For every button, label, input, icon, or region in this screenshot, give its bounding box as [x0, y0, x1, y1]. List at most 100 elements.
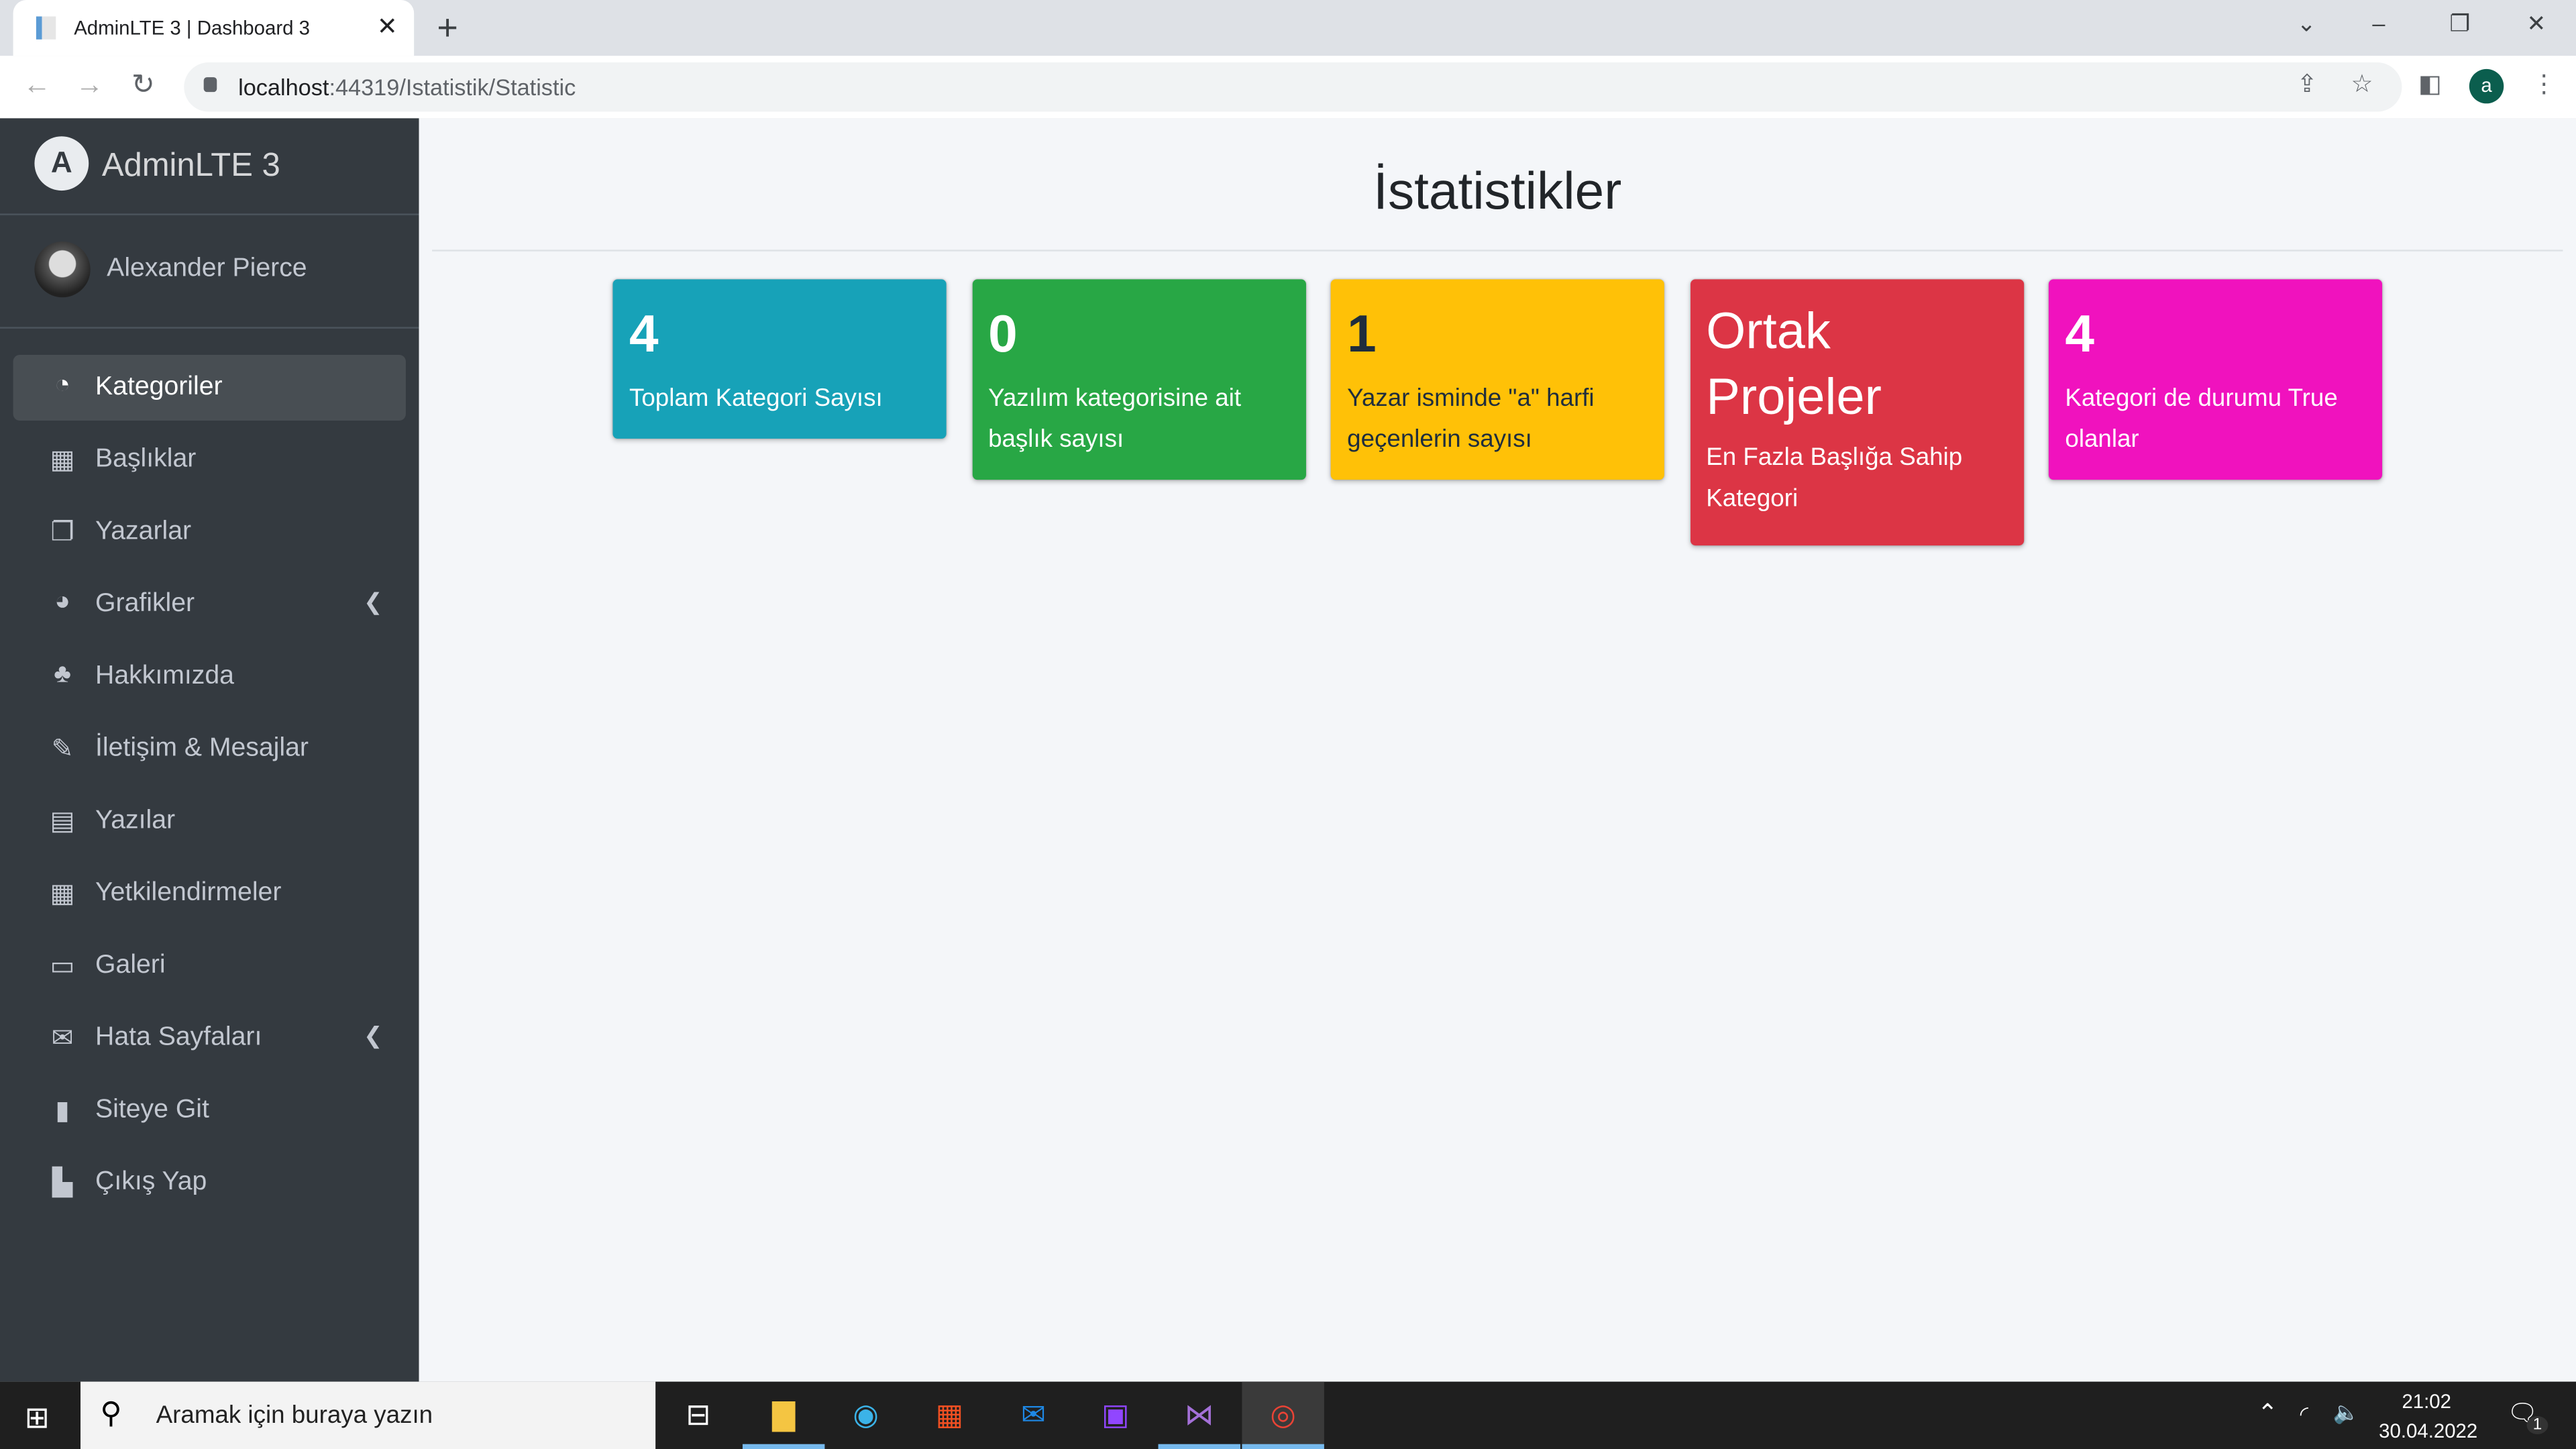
- adminlte-logo-icon: A: [34, 136, 89, 191]
- edit-icon: ✎: [51, 736, 74, 764]
- sidebar-item-hata-sayfalar-[interactable]: ✉ Hata Sayfaları ❮: [13, 1006, 406, 1071]
- minimize-button[interactable]: –: [2372, 10, 2385, 36]
- close-tab-icon[interactable]: ✕: [377, 11, 398, 42]
- clock-date[interactable]: 30.04.2022: [2379, 1419, 2477, 1442]
- sidebar-menu: ◔ Kategoriler ▦ Başlıklar ❐ Yazarlar ◕ Grafikle…: [0, 329, 419, 1216]
- search-icon: ⚲: [100, 1396, 122, 1430]
- sidebar-item-label: Galeri: [95, 951, 166, 979]
- sidebar-item-label: Başlıklar: [95, 445, 197, 474]
- twitch-icon[interactable]: ▣: [1075, 1382, 1157, 1449]
- close-window-button[interactable]: ✕: [2527, 10, 2546, 38]
- address-bar-row: ← → ↻ localhost:44319/Istatistik/Statist…: [0, 56, 2576, 120]
- stat-value: 0: [988, 304, 1018, 364]
- brand-text: AdminLTE 3: [101, 148, 280, 184]
- avatar: [34, 241, 91, 298]
- volume-icon[interactable]: 🔈: [2333, 1400, 2360, 1426]
- sidebar-item-grafikler[interactable]: ◕ Grafikler ❮: [13, 572, 406, 637]
- small-box-stat: 4 Kategori de durumu True olanlar: [2048, 279, 2383, 480]
- edge-icon[interactable]: ◉: [824, 1382, 906, 1449]
- pie-chart-icon: ◕: [54, 588, 70, 616]
- sidebar-item-label: İletişim & Mesajlar: [95, 734, 309, 763]
- page-favicon-icon: [36, 16, 56, 40]
- door-icon: ▙: [52, 1169, 73, 1198]
- stat-value: Ortak Projeler: [1706, 302, 1882, 426]
- back-button[interactable]: ←: [23, 69, 51, 102]
- windows-start-icon[interactable]: ⊞: [25, 1401, 50, 1436]
- stat-label: Toplam Kategori Sayısı: [629, 384, 883, 413]
- sidebar-item-kategoriler[interactable]: ◔ Kategoriler: [13, 354, 406, 421]
- browser-tab-bar: AdminLTE 3 | Dashboard 3 ✕ + ⌄ – ❐ ✕: [0, 0, 2576, 56]
- bookmark-star-icon[interactable]: ☆: [2351, 69, 2373, 99]
- url-input[interactable]: localhost:44319/Istatistik/Statistic: [184, 62, 2402, 112]
- store-icon[interactable]: ▦: [908, 1382, 990, 1449]
- chrome-icon[interactable]: ◎: [1242, 1381, 1324, 1449]
- mail-icon[interactable]: ✉: [992, 1382, 1074, 1449]
- stat-label: Yazar isminde "a" harfi geçenlerin sayıs…: [1347, 384, 1595, 453]
- small-box-stat: 4 Toplam Kategori Sayısı: [612, 279, 947, 439]
- sidebar-item-yaz-lar[interactable]: ▤ Yazılar: [13, 789, 406, 855]
- task-view-icon[interactable]: ⊟: [657, 1382, 739, 1449]
- sidebar-item-label: Kategoriler: [95, 372, 223, 401]
- small-box-stat: Ortak Projeler En Fazla Başlığa Sahip Kat…: [1689, 279, 2023, 546]
- chevron-left-icon[interactable]: ❮: [364, 588, 383, 616]
- calendar-icon: ▦: [50, 880, 75, 909]
- copy-icon: ❐: [50, 519, 74, 547]
- new-tab-button[interactable]: +: [437, 7, 458, 50]
- stat-label: Kategori de durumu True olanlar: [2065, 384, 2338, 453]
- brand-link[interactable]: A AdminLTE 3: [0, 118, 419, 215]
- stat-value: 4: [2065, 304, 2094, 364]
- sidebar-item-i-leti-im-mesajlar[interactable]: ✎ İletişim & Mesajlar: [13, 716, 406, 782]
- page-title: İstatistikler: [1373, 161, 1622, 221]
- url-path: :44319/Istatistik/Statistic: [329, 74, 576, 101]
- side-panel-icon[interactable]: ◧: [2418, 69, 2442, 99]
- tab-title: AdminLTE 3 | Dashboard 3: [74, 16, 310, 40]
- divider: [432, 250, 2563, 252]
- small-box-stat: 1 Yazar isminde "a" harfi geçenlerin sayı…: [1330, 279, 1664, 480]
- sidebar-item-label: Hakkımızda: [95, 661, 234, 690]
- sidebar-item-label: Grafikler: [95, 590, 195, 618]
- url-host: localhost: [238, 74, 329, 101]
- notification-count: 1: [2526, 1416, 2548, 1434]
- sidebar-item-yazarlar[interactable]: ❐ Yazarlar: [13, 499, 406, 565]
- stat-label: En Fazla Başlığa Sahip Kategori: [1706, 443, 1963, 513]
- sidebar-item-galeri[interactable]: ▭ Galeri: [13, 933, 406, 999]
- sidebar-item-label: Siteye Git: [95, 1095, 209, 1124]
- stat-value: 4: [629, 304, 659, 364]
- browser-tab[interactable]: AdminLTE 3 | Dashboard 3 ✕: [13, 0, 415, 56]
- content-wrapper: İstatistikler 4 Toplam Kategori Sayısı 0 Ya…: [419, 118, 2576, 1382]
- profile-avatar[interactable]: a: [2469, 68, 2504, 104]
- lock-icon: [203, 77, 217, 93]
- sidebar-item-label: Yazılar: [95, 806, 176, 835]
- taskbar-search-input[interactable]: ⚲ Aramak için buraya yazın: [80, 1381, 656, 1449]
- wifi-icon[interactable]: ◜: [2300, 1401, 2308, 1428]
- small-box-stat: 0 Yazılım kategorisine ait başlık sayısı: [971, 279, 1305, 480]
- stat-value: 1: [1347, 304, 1377, 364]
- sidebar-item-ba-l-klar[interactable]: ▦ Başlıklar: [13, 427, 406, 493]
- sidebar-item--k-yap[interactable]: ▙ Çıkış Yap: [13, 1150, 406, 1216]
- visual-studio-icon[interactable]: ⋈: [1158, 1382, 1240, 1449]
- tab-search-icon[interactable]: ⌄: [2297, 10, 2316, 38]
- reload-button[interactable]: ↻: [131, 69, 155, 102]
- windows-taskbar: ⊞ ⚲ Aramak için buraya yazın ⊟ ▇ ◉ ▦ ✉ ▣…: [0, 1381, 2576, 1449]
- envelope-icon: ✉: [51, 1025, 74, 1053]
- image-icon: ▭: [50, 953, 75, 981]
- sidebar-item-yetkilendirmeler[interactable]: ▦ Yetkilendirmeler: [13, 861, 406, 926]
- chevron-left-icon[interactable]: ❮: [364, 1022, 383, 1050]
- sidebar-item-label: Çıkış Yap: [95, 1168, 207, 1196]
- sidebar-item-hakk-m-zda[interactable]: ♣ Hakkımızda: [13, 644, 406, 710]
- user-panel[interactable]: Alexander Pierce: [0, 215, 419, 329]
- restore-button[interactable]: ❐: [2449, 10, 2470, 38]
- clock-time[interactable]: 21:02: [2402, 1390, 2451, 1413]
- sidebar-item-siteye-git[interactable]: ▮ Siteye Git: [13, 1078, 406, 1144]
- sidebar: A AdminLTE 3 Alexander Pierce ◔ Kategoril…: [0, 118, 419, 1382]
- grid-icon: ▦: [50, 447, 75, 475]
- forward-button[interactable]: →: [76, 69, 104, 102]
- sidebar-item-label: Yetkilendirmeler: [95, 879, 282, 907]
- sidebar-item-label: Hata Sayfaları: [95, 1023, 262, 1052]
- share-icon[interactable]: ⇪: [2297, 69, 2318, 99]
- file-explorer-icon[interactable]: ▇: [742, 1382, 825, 1449]
- user-name: Alexander Pierce: [107, 254, 307, 283]
- tree-icon: ♣: [54, 660, 71, 689]
- tray-chevron-icon[interactable]: ⌃: [2257, 1398, 2278, 1428]
- menu-kebab-icon[interactable]: ⋮: [2532, 69, 2557, 99]
